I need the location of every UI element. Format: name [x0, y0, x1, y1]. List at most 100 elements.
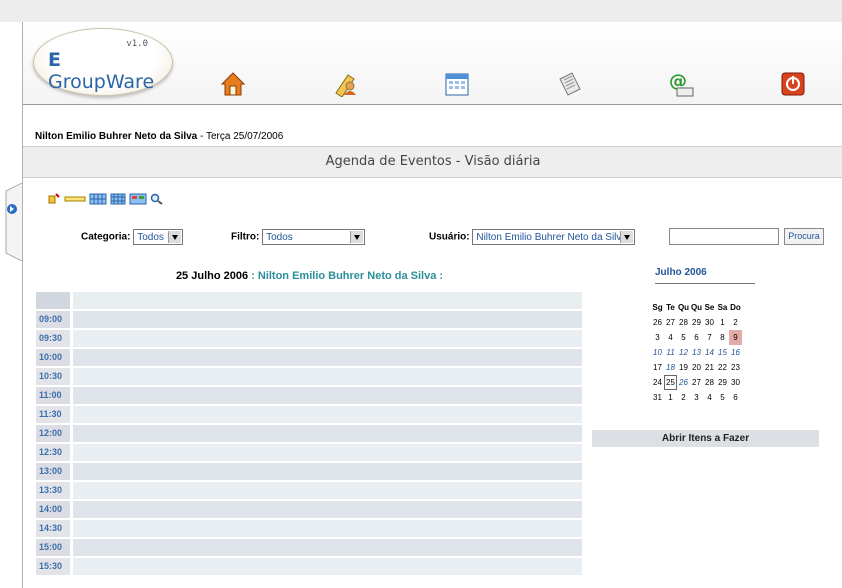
- calendar-day[interactable]: 31: [651, 390, 664, 405]
- weekday-label: Do: [730, 303, 741, 312]
- calendar-day[interactable]: 3: [690, 390, 703, 405]
- calendar-day[interactable]: 10: [651, 345, 664, 360]
- calendar-day[interactable]: 29: [690, 315, 703, 330]
- time-slot[interactable]: [73, 482, 582, 499]
- time-label[interactable]: 12:30: [36, 444, 70, 461]
- mini-calendar-title[interactable]: Julho 2006: [655, 267, 707, 278]
- calendar-day[interactable]: 20: [690, 360, 703, 375]
- week-view-icon[interactable]: [89, 193, 107, 205]
- time-label[interactable]: 13:00: [36, 463, 70, 480]
- time-slot[interactable]: [73, 463, 582, 480]
- time-slot[interactable]: [73, 330, 582, 347]
- calendar-day[interactable]: 8: [716, 330, 729, 345]
- calendar-day[interactable]: 21: [703, 360, 716, 375]
- calendar-day[interactable]: 7: [703, 330, 716, 345]
- calendar-day[interactable]: 6: [729, 390, 742, 405]
- calendar-day[interactable]: 12: [677, 345, 690, 360]
- time-label[interactable]: 09:30: [36, 330, 70, 347]
- year-view-icon[interactable]: [129, 193, 147, 205]
- calendar-day[interactable]: 6: [690, 330, 703, 345]
- calendar-day[interactable]: 11: [664, 345, 677, 360]
- time-slot[interactable]: [73, 311, 582, 328]
- calendar-day[interactable]: 5: [716, 390, 729, 405]
- email-icon[interactable]: @: [667, 70, 695, 98]
- categoria-select[interactable]: Todos: [133, 229, 184, 245]
- calendar-day[interactable]: 15: [716, 345, 729, 360]
- contacts-icon[interactable]: [331, 70, 359, 98]
- time-slot[interactable]: [73, 444, 582, 461]
- time-label[interactable]: 10:00: [36, 349, 70, 366]
- calendar-day[interactable]: 1: [664, 390, 677, 405]
- calendar-day[interactable]: 30: [703, 315, 716, 330]
- calendar-day[interactable]: 25: [664, 375, 677, 390]
- user-name: Nilton Emilio Buhrer Neto da Silva: [35, 131, 198, 142]
- time-slot-row: 15:30: [36, 558, 582, 575]
- side-panel-toggle[interactable]: [0, 182, 23, 262]
- time-label[interactable]: 11:30: [36, 406, 70, 423]
- time-label[interactable]: 13:30: [36, 482, 70, 499]
- calendar-icon[interactable]: [443, 70, 471, 98]
- calendar-day[interactable]: 28: [703, 375, 716, 390]
- calendar-day[interactable]: 28: [677, 315, 690, 330]
- categoria-value: Todos: [137, 232, 164, 243]
- calendar-day[interactable]: 2: [677, 390, 690, 405]
- time-slot[interactable]: [73, 520, 582, 537]
- time-label[interactable]: 14:00: [36, 501, 70, 518]
- calendar-day[interactable]: 24: [651, 375, 664, 390]
- month-view-icon[interactable]: [110, 193, 126, 205]
- calendar-day[interactable]: 4: [664, 330, 677, 345]
- time-slot-row: 11:30: [36, 406, 582, 423]
- calendar-day[interactable]: 17: [651, 360, 664, 375]
- calendar-day[interactable]: 4: [703, 390, 716, 405]
- calendar-day[interactable]: 23: [729, 360, 742, 375]
- time-label[interactable]: 15:00: [36, 539, 70, 556]
- time-slot[interactable]: [73, 368, 582, 385]
- calendar-day[interactable]: 19: [677, 360, 690, 375]
- time-label[interactable]: 14:30: [36, 520, 70, 537]
- calendar-day[interactable]: 26: [677, 375, 690, 390]
- calendar-day[interactable]: 16: [729, 345, 742, 360]
- calendar-day[interactable]: 18: [664, 360, 677, 375]
- day-user[interactable]: : Nilton Emilio Buhrer Neto da Silva :: [248, 270, 443, 282]
- calendar-day[interactable]: 9: [729, 330, 742, 345]
- search-button[interactable]: Procura: [784, 228, 824, 245]
- time-label[interactable]: 10:30: [36, 368, 70, 385]
- time-label[interactable]: 09:00: [36, 311, 70, 328]
- view-toolbar: [47, 192, 164, 206]
- calendar-day[interactable]: 3: [651, 330, 664, 345]
- groupware-logo[interactable]: v1.0 E GroupWare: [33, 28, 173, 96]
- home-icon[interactable]: [219, 70, 247, 98]
- search-icon[interactable]: [150, 193, 164, 205]
- time-slot[interactable]: [73, 406, 582, 423]
- new-event-icon[interactable]: [47, 193, 61, 205]
- calendar-day[interactable]: 22: [716, 360, 729, 375]
- all-day-slot[interactable]: [73, 292, 582, 309]
- notes-icon[interactable]: [555, 70, 583, 98]
- calendar-day[interactable]: 29: [716, 375, 729, 390]
- calendar-day[interactable]: 30: [729, 375, 742, 390]
- calendar-day[interactable]: 14: [703, 345, 716, 360]
- time-slot[interactable]: [73, 425, 582, 442]
- usuario-select[interactable]: Nilton Emilio Buhrer Neto da Silva: [472, 229, 636, 245]
- day-view-icon[interactable]: [64, 193, 86, 205]
- time-slot[interactable]: [73, 539, 582, 556]
- time-label[interactable]: 15:30: [36, 558, 70, 575]
- filtro-select[interactable]: Todos: [262, 229, 366, 245]
- calendar-day[interactable]: 27: [690, 375, 703, 390]
- calendar-day[interactable]: 26: [651, 315, 664, 330]
- open-todo-button[interactable]: Abrir Itens a Fazer: [592, 430, 819, 447]
- calendar-day[interactable]: 1: [716, 315, 729, 330]
- time-slot[interactable]: [73, 349, 582, 366]
- logout-icon[interactable]: [779, 70, 807, 98]
- time-slot-row: 11:00: [36, 387, 582, 404]
- time-slot[interactable]: [73, 387, 582, 404]
- time-slot[interactable]: [73, 501, 582, 518]
- search-input[interactable]: [669, 228, 779, 245]
- time-label[interactable]: 11:00: [36, 387, 70, 404]
- time-slot[interactable]: [73, 558, 582, 575]
- time-label[interactable]: 12:00: [36, 425, 70, 442]
- calendar-day[interactable]: 27: [664, 315, 677, 330]
- calendar-day[interactable]: 2: [729, 315, 742, 330]
- calendar-day[interactable]: 13: [690, 345, 703, 360]
- calendar-day[interactable]: 5: [677, 330, 690, 345]
